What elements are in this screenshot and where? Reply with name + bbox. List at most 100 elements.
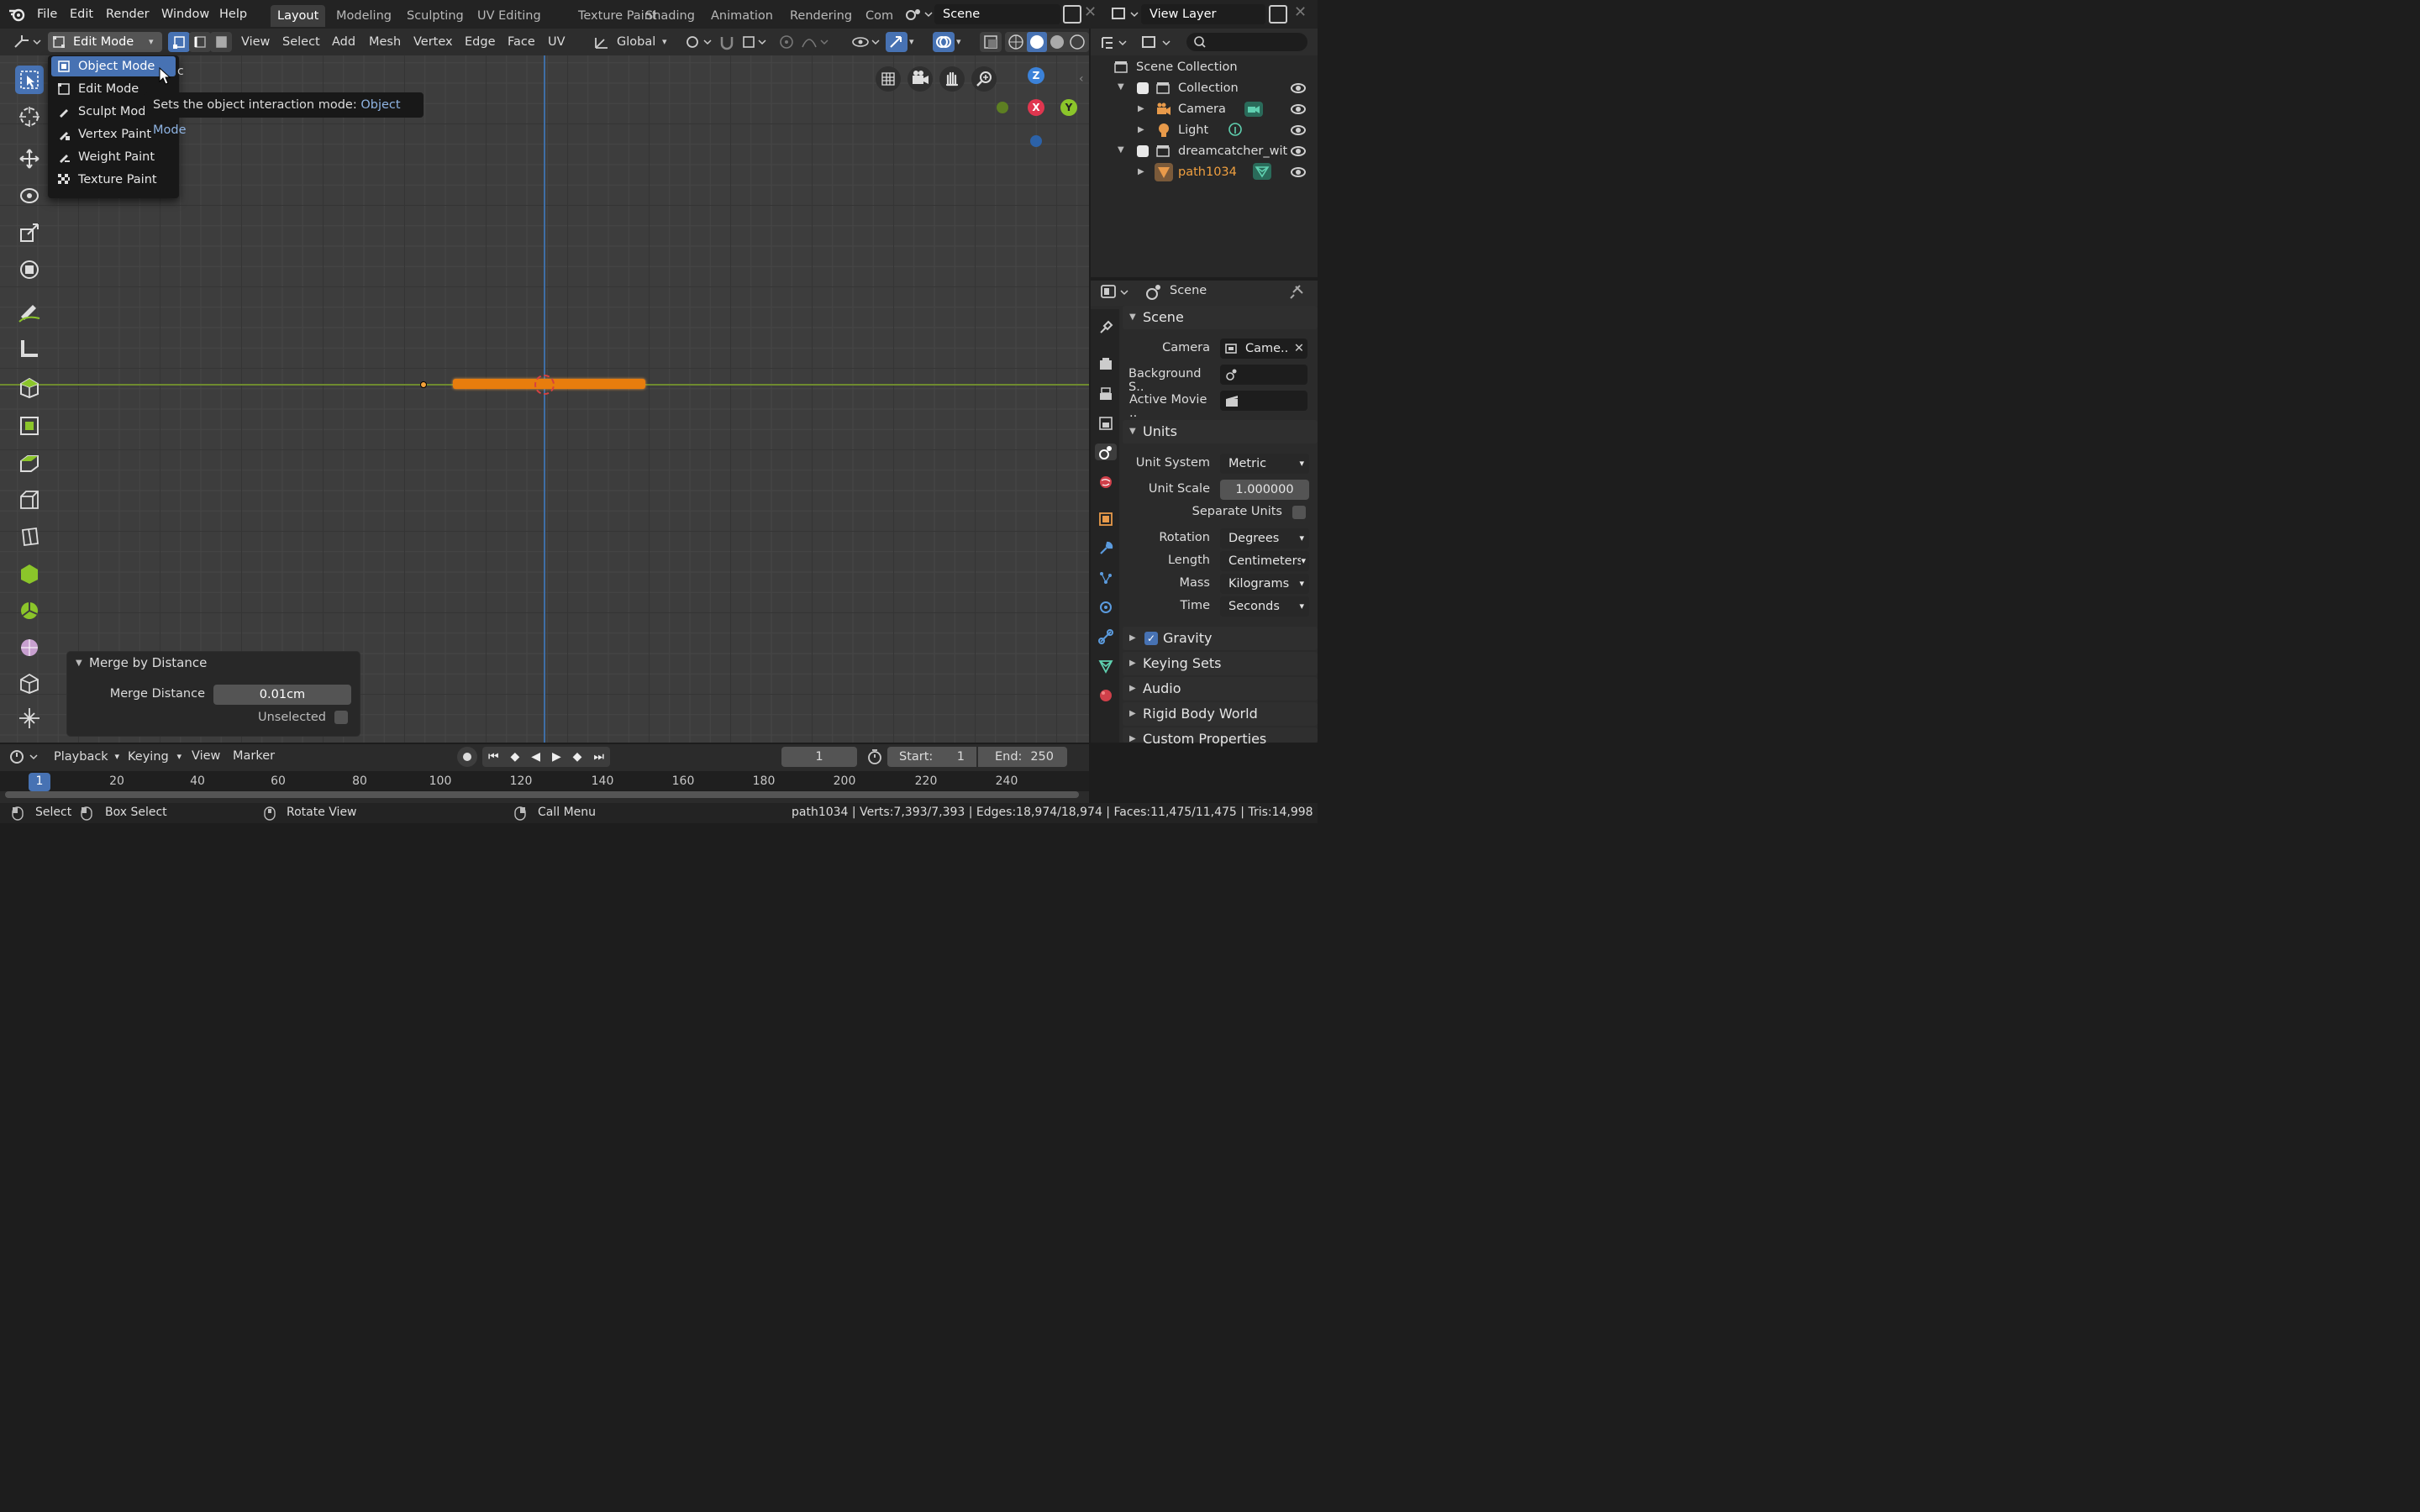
expand-triangle-icon[interactable]: ▶ [1138, 167, 1144, 176]
jump-start-icon[interactable]: ⏮ [488, 750, 499, 764]
menu-help[interactable]: Help [219, 5, 247, 24]
gizmo-toggle-button[interactable] [886, 32, 908, 52]
menu-uv[interactable]: UV [548, 32, 566, 52]
material-tab-icon[interactable] [1097, 687, 1114, 704]
visibility-eye-icon[interactable] [1291, 104, 1306, 114]
cursor-tool[interactable] [15, 102, 44, 131]
move-tool[interactable] [15, 144, 44, 173]
unit-system-dropdown[interactable]: Metric ▾ [1220, 454, 1309, 474]
unit-scale-field[interactable]: 1.000000 [1220, 480, 1309, 500]
measure-tool[interactable] [15, 334, 44, 363]
timeline-scrollbar[interactable] [5, 791, 1079, 798]
menu-mesh[interactable]: Mesh [369, 32, 401, 52]
menu-item-weight-paint[interactable]: Weight Paint [51, 147, 176, 167]
light-data-icon[interactable] [1227, 122, 1244, 139]
new-scene-icon[interactable] [1063, 5, 1081, 24]
expand-triangle-icon[interactable]: ▼ [1118, 82, 1124, 92]
knife-tool[interactable] [15, 559, 44, 588]
stopwatch-icon[interactable] [865, 748, 884, 766]
jump-end-icon[interactable]: ⏭ [593, 750, 604, 764]
smooth-tool[interactable] [15, 669, 44, 697]
outliner-item-dreamcatcher[interactable]: dreamcatcher_with_ [1156, 141, 1287, 161]
view-layer-tab-icon[interactable] [1097, 415, 1114, 432]
extrude-tool[interactable] [15, 412, 44, 440]
length-units-dropdown[interactable]: Centimeters ▾ [1220, 551, 1309, 571]
auto-keying-button[interactable] [457, 747, 477, 767]
tab-sculpting[interactable]: Sculpting [400, 5, 471, 27]
play-reverse-icon[interactable]: ◀ [531, 750, 540, 764]
gizmo-x-axis[interactable]: X [1028, 99, 1044, 116]
active-movie-clip-field[interactable] [1220, 391, 1307, 411]
menu-item-object-mode[interactable]: Object Mode [51, 56, 176, 76]
pan-view-button[interactable] [939, 66, 965, 92]
menu-edit[interactable]: Edit [70, 5, 93, 24]
data-tab-icon[interactable] [1097, 658, 1114, 675]
overlays-toggle-button[interactable] [933, 32, 955, 52]
background-scene-field[interactable] [1220, 365, 1307, 385]
panel-header-audio[interactable]: ▶ Audio [1123, 677, 1318, 701]
panel-header-gravity[interactable]: ▶ ✓ Gravity [1123, 627, 1318, 650]
chevron-down-icon[interactable]: ▾ [956, 32, 970, 52]
add-cube-tool[interactable] [15, 373, 44, 402]
blender-logo-icon[interactable] [8, 6, 27, 23]
output-tab-icon[interactable] [1097, 386, 1114, 402]
gravity-checkbox[interactable]: ✓ [1144, 632, 1158, 645]
shrink-fatten-tool[interactable] [15, 704, 44, 732]
menu-add[interactable]: Add [332, 32, 355, 52]
world-tab-icon[interactable] [1097, 474, 1114, 491]
expand-triangle-icon[interactable]: ▶ [1138, 125, 1144, 134]
delete-view-layer-icon[interactable]: ✕ [1294, 3, 1307, 21]
menu-vertex[interactable]: Vertex [413, 32, 453, 52]
unselected-checkbox[interactable] [334, 711, 348, 724]
display-mode-icon[interactable] [1141, 34, 1175, 52]
clear-icon[interactable]: ✕ [1294, 339, 1304, 359]
menu-render[interactable]: Render [106, 5, 150, 24]
visibility-eye-icon[interactable] [1291, 125, 1306, 135]
keying-dropdown[interactable]: Keying ▾ [123, 747, 183, 767]
vertex-select-button[interactable] [168, 32, 190, 52]
render-tab-icon[interactable] [1097, 356, 1114, 373]
start-frame-field[interactable]: Start: 1 [887, 747, 976, 767]
panel-header-keying-sets[interactable]: ▶ Keying Sets [1123, 652, 1318, 675]
modifier-tab-icon[interactable] [1097, 540, 1114, 557]
tool-tab-icon[interactable] [1097, 319, 1114, 336]
time-units-dropdown[interactable]: Seconds ▾ [1220, 596, 1309, 617]
next-keyframe-icon[interactable]: ◆ [573, 750, 582, 764]
rotation-units-dropdown[interactable]: Degrees ▾ [1220, 528, 1309, 549]
timeline-marker-menu[interactable]: Marker [233, 749, 275, 763]
select-box-tool[interactable] [15, 66, 44, 94]
scale-tool[interactable] [15, 218, 44, 247]
new-view-layer-icon[interactable] [1269, 5, 1287, 24]
tab-shading[interactable]: Shading [639, 5, 702, 27]
current-frame-field[interactable]: 1 [781, 747, 857, 767]
scene-camera-field[interactable]: Came.. ✕ [1220, 339, 1307, 359]
panel-header-rigid-body-world[interactable]: ▶ Rigid Body World [1123, 702, 1318, 726]
sidebar-toggle-icon[interactable]: ‹ [1079, 72, 1084, 86]
panel-header-scene[interactable]: ▼ Scene [1123, 306, 1318, 329]
expand-triangle-icon[interactable]: ▶ [1138, 104, 1144, 113]
view-layer-field[interactable]: View Layer [1141, 4, 1265, 24]
delete-scene-icon[interactable]: ✕ [1084, 3, 1097, 21]
visibility-dropdown[interactable] [850, 32, 881, 52]
mesh-data-icon[interactable] [1252, 162, 1272, 181]
scene-browse-button[interactable] [902, 5, 933, 24]
panel-header-custom-properties[interactable]: ▶ Custom Properties [1123, 727, 1318, 747]
menu-face[interactable]: Face [508, 32, 535, 52]
prev-keyframe-icon[interactable]: ◆ [511, 750, 520, 764]
panel-header-units[interactable]: ▼ Units [1123, 420, 1318, 444]
menu-item-texture-paint[interactable]: Texture Paint [51, 170, 176, 190]
tab-compositing[interactable]: Com [859, 5, 900, 27]
timeline-view-menu[interactable]: View [192, 749, 220, 763]
camera-data-icon[interactable] [1244, 101, 1264, 118]
toggle-perspective-button[interactable] [876, 66, 901, 92]
navigation-gizmo[interactable]: Z X Y [993, 64, 1081, 156]
mode-selector[interactable]: Edit Mode ▾ [48, 32, 162, 52]
menu-file[interactable]: File [37, 5, 57, 24]
camera-view-button[interactable] [908, 66, 933, 92]
merge-distance-field[interactable]: 0.01cm [213, 685, 351, 705]
gizmo-neg-z-axis[interactable] [1030, 135, 1042, 147]
physics-tab-icon[interactable] [1097, 599, 1114, 616]
visibility-eye-icon[interactable] [1291, 167, 1306, 177]
gizmo-neg-y-axis[interactable] [997, 102, 1008, 113]
gizmo-y-axis[interactable]: Y [1060, 99, 1077, 116]
